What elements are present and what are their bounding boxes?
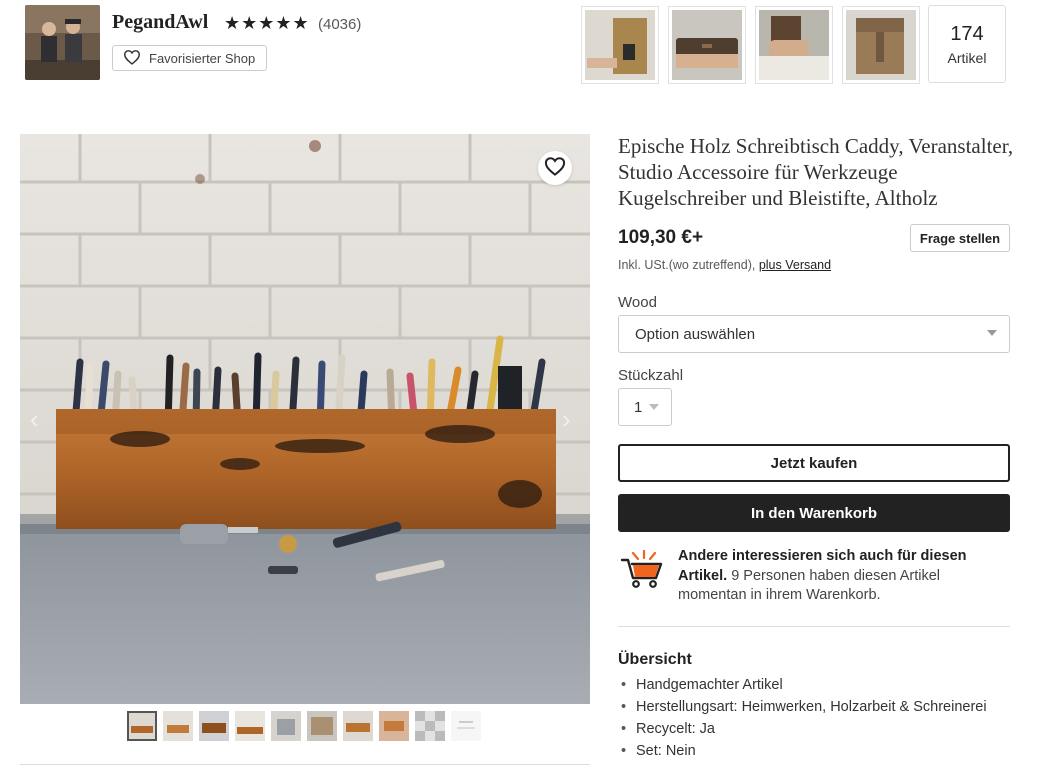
variation-select[interactable]: Option auswählen (618, 315, 1010, 353)
shipping-link[interactable]: plus Versand (759, 258, 831, 272)
image-thumbnail[interactable] (199, 711, 229, 741)
heart-icon (544, 156, 566, 181)
item-count-label: Artikel (947, 49, 987, 66)
image-thumbnail[interactable] (127, 711, 157, 741)
variation-label: Wood (618, 294, 657, 311)
ask-question-button[interactable]: Frage stellen (910, 224, 1010, 252)
caret-down-icon (649, 404, 659, 410)
image-thumbnail-strip (127, 711, 481, 741)
product-main-image[interactable] (20, 134, 590, 704)
add-to-cart-button[interactable]: In den Warenkorb (618, 494, 1010, 532)
overview-item: Handgemachter Artikel (618, 674, 1010, 696)
overview-title: Übersicht (618, 651, 692, 668)
image-thumbnail[interactable] (415, 711, 445, 741)
overview-item: Recycelt: Ja (618, 718, 1010, 740)
favorite-shop-button[interactable]: Favorisierter Shop (112, 45, 267, 71)
listing-price: 109,30 €+ (618, 227, 704, 248)
caret-down-icon (987, 330, 997, 336)
buy-now-button[interactable]: Jetzt kaufen (618, 444, 1010, 482)
section-divider (618, 626, 1010, 627)
tax-note-text: Inkl. USt.(wo zutreffend), (618, 258, 756, 272)
chevron-right-icon[interactable]: › (562, 404, 571, 435)
tax-note: Inkl. USt.(wo zutreffend), plus Versand (618, 258, 831, 272)
image-thumbnail[interactable] (235, 711, 265, 741)
overview-list: Handgemachter Artikel Herstellungsart: H… (618, 674, 1010, 762)
favorite-shop-label: Favorisierter Shop (149, 50, 256, 66)
chevron-left-icon[interactable]: ‹ (30, 404, 39, 435)
listing-title: Epische Holz Schreibtisch Caddy, Veranst… (618, 134, 1014, 210)
shop-avatar[interactable] (25, 5, 100, 80)
shop-item-thumbnail[interactable] (842, 6, 920, 84)
variation-select-value: Option auswählen (635, 325, 756, 343)
quantity-value: 1 (634, 398, 643, 416)
image-thumbnail[interactable] (451, 711, 481, 741)
shopping-cart-icon (620, 548, 664, 590)
quantity-label: Stückzahl (618, 367, 684, 384)
rating-stars: ★★★★★ (224, 13, 310, 33)
overview-item: Herstellungsart: Heimwerken, Holzarbeit … (618, 696, 1010, 718)
image-thumbnail[interactable] (271, 711, 301, 741)
shop-item-thumbnail[interactable] (755, 6, 833, 84)
shop-name[interactable]: PegandAwl (112, 11, 208, 34)
review-count[interactable]: (4036) (318, 16, 361, 33)
social-proof-message: Andere interessieren sich auch für diese… (678, 547, 988, 606)
image-thumbnail[interactable] (163, 711, 193, 741)
heart-icon (123, 49, 141, 68)
image-thumbnail[interactable] (379, 711, 409, 741)
image-thumbnail[interactable] (343, 711, 373, 741)
overview-item: Set: Nein (618, 740, 1010, 762)
shop-item-count[interactable]: 174 Artikel (928, 5, 1006, 83)
image-thumbnail[interactable] (307, 711, 337, 741)
quantity-select[interactable]: 1 (618, 388, 672, 426)
favorite-item-button[interactable] (538, 151, 572, 185)
shop-item-thumbnail[interactable] (581, 6, 659, 84)
section-divider (20, 764, 590, 765)
shop-item-thumbnail[interactable] (668, 6, 746, 84)
item-count-number: 174 (950, 22, 984, 45)
